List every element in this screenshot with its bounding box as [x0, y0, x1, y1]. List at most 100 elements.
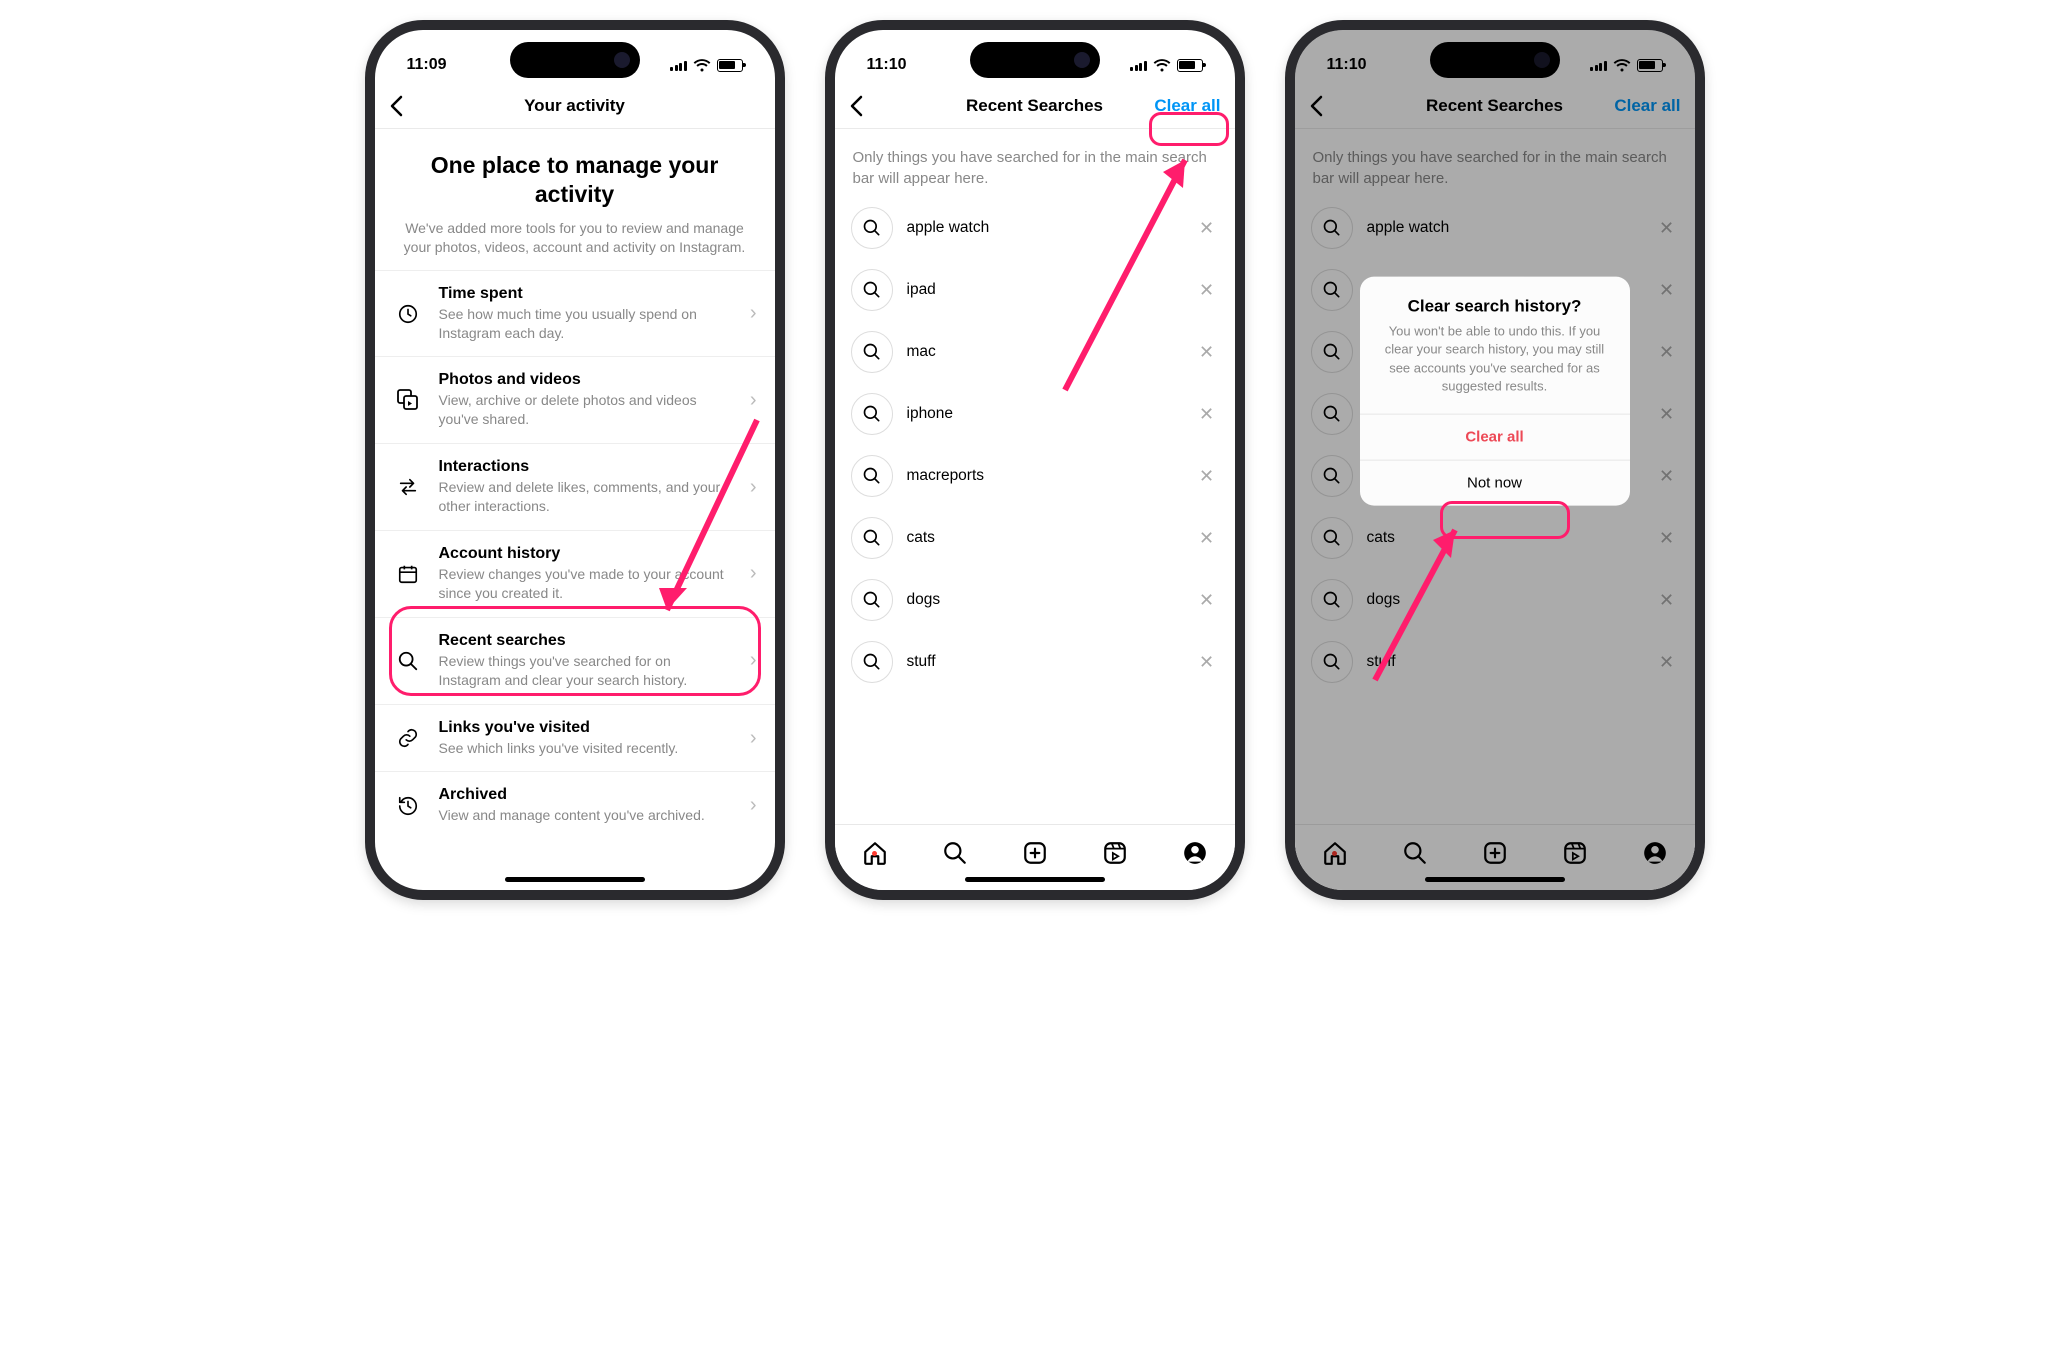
item-title: Links you've visited — [439, 719, 734, 737]
media-icon — [393, 388, 423, 412]
wifi-icon — [693, 59, 711, 72]
item-sub: Review and delete likes, comments, and y… — [439, 478, 734, 516]
header-subtext: Only things you have searched for in the… — [835, 129, 1235, 197]
chevron-right-icon: › — [750, 476, 757, 499]
search-icon — [851, 207, 893, 249]
back-button[interactable] — [849, 95, 863, 117]
tab-reels[interactable] — [1101, 840, 1129, 866]
search-row[interactable]: mac ✕ — [835, 321, 1235, 383]
item-title: Interactions — [439, 458, 734, 476]
chevron-right-icon: › — [750, 727, 757, 750]
search-icon — [851, 641, 893, 683]
tab-search[interactable] — [941, 840, 969, 866]
battery-icon — [1177, 59, 1203, 72]
tab-home[interactable] — [861, 840, 889, 866]
search-term: ipad — [907, 281, 1181, 299]
hero-subtitle: We've added more tools for you to review… — [403, 219, 747, 258]
back-button[interactable] — [389, 95, 403, 117]
nav-header: Recent Searches Clear all — [835, 84, 1235, 129]
item-archived[interactable]: Archived View and manage content you've … — [375, 772, 775, 839]
remove-button[interactable]: ✕ — [1195, 218, 1219, 239]
modal-clear-button[interactable]: Clear all — [1360, 414, 1630, 460]
tab-add[interactable] — [1021, 840, 1049, 866]
remove-button[interactable]: ✕ — [1195, 652, 1219, 673]
modal-cancel-button[interactable]: Not now — [1360, 460, 1630, 506]
status-time: 11:09 — [407, 56, 447, 74]
chevron-right-icon: › — [750, 794, 757, 817]
search-icon — [851, 579, 893, 621]
item-sub: Review changes you've made to your accou… — [439, 565, 734, 603]
hero-title: One place to manage your activity — [403, 151, 747, 209]
battery-icon — [717, 59, 743, 72]
search-row[interactable]: cats ✕ — [835, 507, 1235, 569]
search-term: dogs — [907, 591, 1181, 609]
swap-icon — [393, 476, 423, 498]
remove-button[interactable]: ✕ — [1195, 528, 1219, 549]
item-links-visited[interactable]: Links you've visited See which links you… — [375, 705, 775, 773]
phone-clear-modal: 11:10 Recent Searches Clear all Only thi… — [1285, 20, 1705, 900]
item-title: Archived — [439, 786, 734, 804]
search-row[interactable]: dogs ✕ — [835, 569, 1235, 631]
home-indicator[interactable] — [505, 877, 645, 882]
item-recent-searches[interactable]: Recent searches Review things you've sea… — [375, 618, 775, 705]
search-icon — [393, 650, 423, 672]
item-title: Photos and videos — [439, 371, 734, 389]
item-title: Time spent — [439, 285, 734, 303]
clear-all-button[interactable]: Clear all — [1154, 96, 1220, 116]
home-indicator[interactable] — [965, 877, 1105, 882]
item-interactions[interactable]: Interactions Review and delete likes, co… — [375, 444, 775, 531]
search-icon — [851, 393, 893, 435]
modal-title: Clear search history? — [1360, 277, 1630, 323]
chevron-right-icon: › — [750, 389, 757, 412]
nav-header: Your activity — [375, 84, 775, 129]
search-term: cats — [907, 529, 1181, 547]
page-title: Recent Searches — [966, 96, 1103, 116]
remove-button[interactable]: ✕ — [1195, 280, 1219, 301]
search-icon — [851, 331, 893, 373]
chevron-right-icon: › — [750, 302, 757, 325]
cellular-icon — [1130, 59, 1147, 71]
search-row[interactable]: apple watch ✕ — [835, 197, 1235, 259]
search-term: apple watch — [907, 219, 1181, 237]
item-sub: See which links you've visited recently. — [439, 739, 734, 758]
item-title: Recent searches — [439, 632, 734, 650]
tab-profile[interactable] — [1181, 840, 1209, 866]
search-term: mac — [907, 343, 1181, 361]
chevron-right-icon: › — [750, 649, 757, 672]
search-icon — [851, 455, 893, 497]
remove-button[interactable]: ✕ — [1195, 466, 1219, 487]
archive-icon — [393, 795, 423, 817]
search-term: macreports — [907, 467, 1181, 485]
calendar-icon — [393, 563, 423, 585]
search-term: stuff — [907, 653, 1181, 671]
notification-dot — [872, 851, 877, 856]
item-title: Account history — [439, 545, 734, 563]
search-row[interactable]: macreports ✕ — [835, 445, 1235, 507]
item-photos-videos[interactable]: Photos and videos View, archive or delet… — [375, 357, 775, 444]
home-indicator[interactable] — [1425, 877, 1565, 882]
search-icon — [851, 269, 893, 311]
item-account-history[interactable]: Account history Review changes you've ma… — [375, 531, 775, 618]
search-term: iphone — [907, 405, 1181, 423]
device-notch — [970, 42, 1100, 78]
remove-button[interactable]: ✕ — [1195, 342, 1219, 363]
remove-button[interactable]: ✕ — [1195, 404, 1219, 425]
cellular-icon — [670, 59, 687, 71]
link-icon — [393, 727, 423, 749]
search-row[interactable]: ipad ✕ — [835, 259, 1235, 321]
phone-recent-searches: 11:10 Recent Searches Clear all Only thi… — [825, 20, 1245, 900]
item-sub: Review things you've searched for on Ins… — [439, 652, 734, 690]
item-sub: See how much time you usually spend on I… — [439, 305, 734, 343]
search-row[interactable]: iphone ✕ — [835, 383, 1235, 445]
wifi-icon — [1153, 59, 1171, 72]
remove-button[interactable]: ✕ — [1195, 590, 1219, 611]
item-sub: View and manage content you've archived. — [439, 806, 734, 825]
device-notch — [510, 42, 640, 78]
hero-section: One place to manage your activity We've … — [375, 129, 775, 270]
search-icon — [851, 517, 893, 559]
page-title: Your activity — [524, 96, 625, 116]
chevron-right-icon: › — [750, 562, 757, 585]
item-time-spent[interactable]: Time spent See how much time you usually… — [375, 271, 775, 358]
search-list: apple watch ✕ ipad ✕ mac ✕ iphone ✕ macr… — [835, 197, 1235, 693]
search-row[interactable]: stuff ✕ — [835, 631, 1235, 693]
